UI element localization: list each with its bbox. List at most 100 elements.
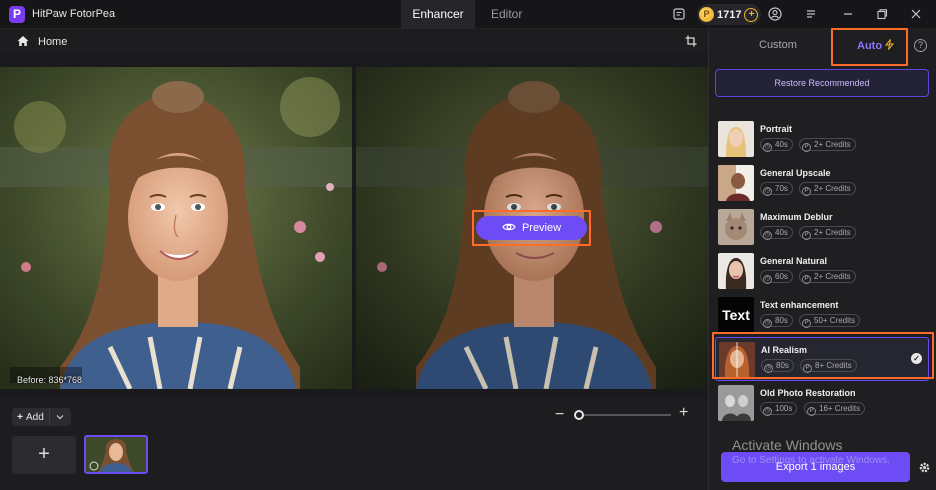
model-credits: P 2+ Credits <box>799 270 856 284</box>
model-name: General Upscale <box>760 168 831 178</box>
model-time: ◷ 60s <box>760 270 793 284</box>
lightning-icon <box>885 39 895 52</box>
model-text-enhancement[interactable]: Text Text enhancement ◷ 80s P 50+ Credits <box>715 293 929 337</box>
model-name: AI Realism <box>761 345 808 355</box>
zoom-out-button[interactable]: − <box>555 406 564 424</box>
model-credits: P 2+ Credits <box>799 138 856 152</box>
credits-icon: P <box>802 143 811 152</box>
model-credits: P 16+ Credits <box>804 402 866 416</box>
credits-icon: P <box>802 187 811 196</box>
restore-window-icon[interactable] <box>875 7 889 21</box>
add-label: Add <box>26 411 44 423</box>
clock-icon: ◷ <box>764 364 773 373</box>
model-time: ◷ 80s <box>761 359 794 373</box>
selected-check-icon: ✓ <box>911 353 922 364</box>
clock-icon: ◷ <box>763 275 772 284</box>
credits-icon: P <box>802 275 811 284</box>
model-time: ◷ 80s <box>760 314 793 328</box>
model-old-photo-restoration[interactable]: Old Photo Restoration ◷ 100s P 16+ Credits <box>715 381 929 425</box>
export-button[interactable]: Export 1 images <box>721 452 910 482</box>
model-time: ◷ 100s <box>760 402 798 416</box>
preview-label: Preview <box>521 222 562 234</box>
credits-icon: P <box>803 364 812 373</box>
gear-icon[interactable] <box>918 461 931 474</box>
bottom-bar: + Add − + + <box>0 398 708 490</box>
text-thumb: Text <box>718 297 754 333</box>
app-logo-icon: P <box>9 6 25 23</box>
model-name: Maximum Deblur <box>760 212 833 222</box>
clock-icon: ◷ <box>763 407 772 416</box>
crop-icon[interactable] <box>684 34 698 48</box>
tab-auto-label: Auto <box>857 40 883 52</box>
credits-icon: P <box>807 407 816 416</box>
home-link[interactable]: Home <box>38 36 67 48</box>
portrait-thumb <box>718 121 754 157</box>
add-button[interactable]: + Add <box>12 408 50 426</box>
clock-icon: ◷ <box>763 187 772 196</box>
image-size-label: Before: 836*768 <box>17 375 83 385</box>
model-name: Portrait <box>760 124 793 134</box>
plus-icon: + <box>17 411 24 423</box>
zoom-slider-handle[interactable] <box>574 410 584 420</box>
mode-tabs: Custom Auto ? <box>709 29 936 63</box>
add-credits-icon[interactable]: + <box>744 7 759 22</box>
model-name: General Natural <box>760 256 828 266</box>
tab-auto[interactable]: Auto <box>857 39 895 52</box>
cat-thumb <box>718 209 754 245</box>
preview-button[interactable]: Preview <box>476 216 587 240</box>
model-credits: P 50+ Credits <box>799 314 861 328</box>
clock-icon: ◷ <box>763 319 772 328</box>
tab-custom[interactable]: Custom <box>759 39 797 51</box>
right-panel: Custom Auto ? Restore Recommended Portra… <box>708 28 936 490</box>
model-general-upscale[interactable]: General Upscale ◷ 70s P 2+ Credits <box>715 161 929 205</box>
clock-icon: ◷ <box>763 143 772 152</box>
home-icon[interactable] <box>16 34 30 48</box>
app-name: HitPaw FotorPea <box>32 8 116 20</box>
eye-icon <box>502 222 516 235</box>
zoom-in-button[interactable]: + <box>679 404 688 422</box>
restore-recommended-button[interactable]: Restore Recommended <box>715 69 929 97</box>
model-name: Old Photo Restoration <box>760 388 856 398</box>
model-ai-realism[interactable]: AI Realism ◷ 80s P 8+ Credits ✓ <box>715 337 929 381</box>
credits-icon: P <box>802 231 811 240</box>
tab-enhancer[interactable]: Enhancer <box>401 0 475 29</box>
model-credits: P 2+ Credits <box>799 182 856 196</box>
before-image <box>0 67 352 389</box>
add-image-tile[interactable]: + <box>12 436 76 474</box>
model-credits: P 8+ Credits <box>800 359 857 373</box>
minimize-icon[interactable] <box>841 7 855 21</box>
app-window: P HitPaw FotorPea Enhancer Editor P 1717… <box>0 0 936 490</box>
coin-icon: P <box>699 7 714 22</box>
model-name: Text enhancement <box>760 300 839 310</box>
messages-icon[interactable] <box>672 7 686 21</box>
title-bar: P HitPaw FotorPea Enhancer Editor P 1717… <box>0 0 936 29</box>
oldphoto-thumb <box>718 385 754 421</box>
model-list: Portrait ◷ 40s P 2+ Credits General Upscal… <box>715 117 929 433</box>
image-thumbnail[interactable] <box>84 435 148 474</box>
account-icon[interactable] <box>768 7 782 21</box>
zoom-slider-track[interactable] <box>577 414 671 416</box>
model-maximum-deblur[interactable]: Maximum Deblur ◷ 40s P 2+ Credits <box>715 205 929 249</box>
model-portrait[interactable]: Portrait ◷ 40s P 2+ Credits <box>715 117 929 161</box>
activate-windows-title: Activate Windows <box>732 437 843 453</box>
tab-editor[interactable]: Editor <box>475 0 538 29</box>
model-time: ◷ 40s <box>760 226 793 240</box>
natural-thumb <box>718 253 754 289</box>
nav-bar: Home <box>0 29 708 54</box>
credits-badge[interactable]: P 1717 + <box>697 4 762 25</box>
credits-icon: P <box>802 319 811 328</box>
help-icon[interactable]: ? <box>914 39 927 52</box>
clock-icon: ◷ <box>763 231 772 240</box>
model-time: ◷ 70s <box>760 182 793 196</box>
add-menu-chevron-icon[interactable] <box>50 412 70 422</box>
image-canvas <box>0 54 708 398</box>
credits-count: 1717 <box>717 8 742 21</box>
realism-thumb <box>719 342 755 378</box>
model-general-natural[interactable]: General Natural ◷ 60s P 2+ Credits <box>715 249 929 293</box>
add-dropdown: + Add <box>12 408 71 426</box>
model-credits: P 2+ Credits <box>799 226 856 240</box>
close-icon[interactable] <box>909 7 923 21</box>
upscale-thumb <box>718 165 754 201</box>
menu-icon[interactable] <box>804 7 818 21</box>
model-time: ◷ 40s <box>760 138 793 152</box>
